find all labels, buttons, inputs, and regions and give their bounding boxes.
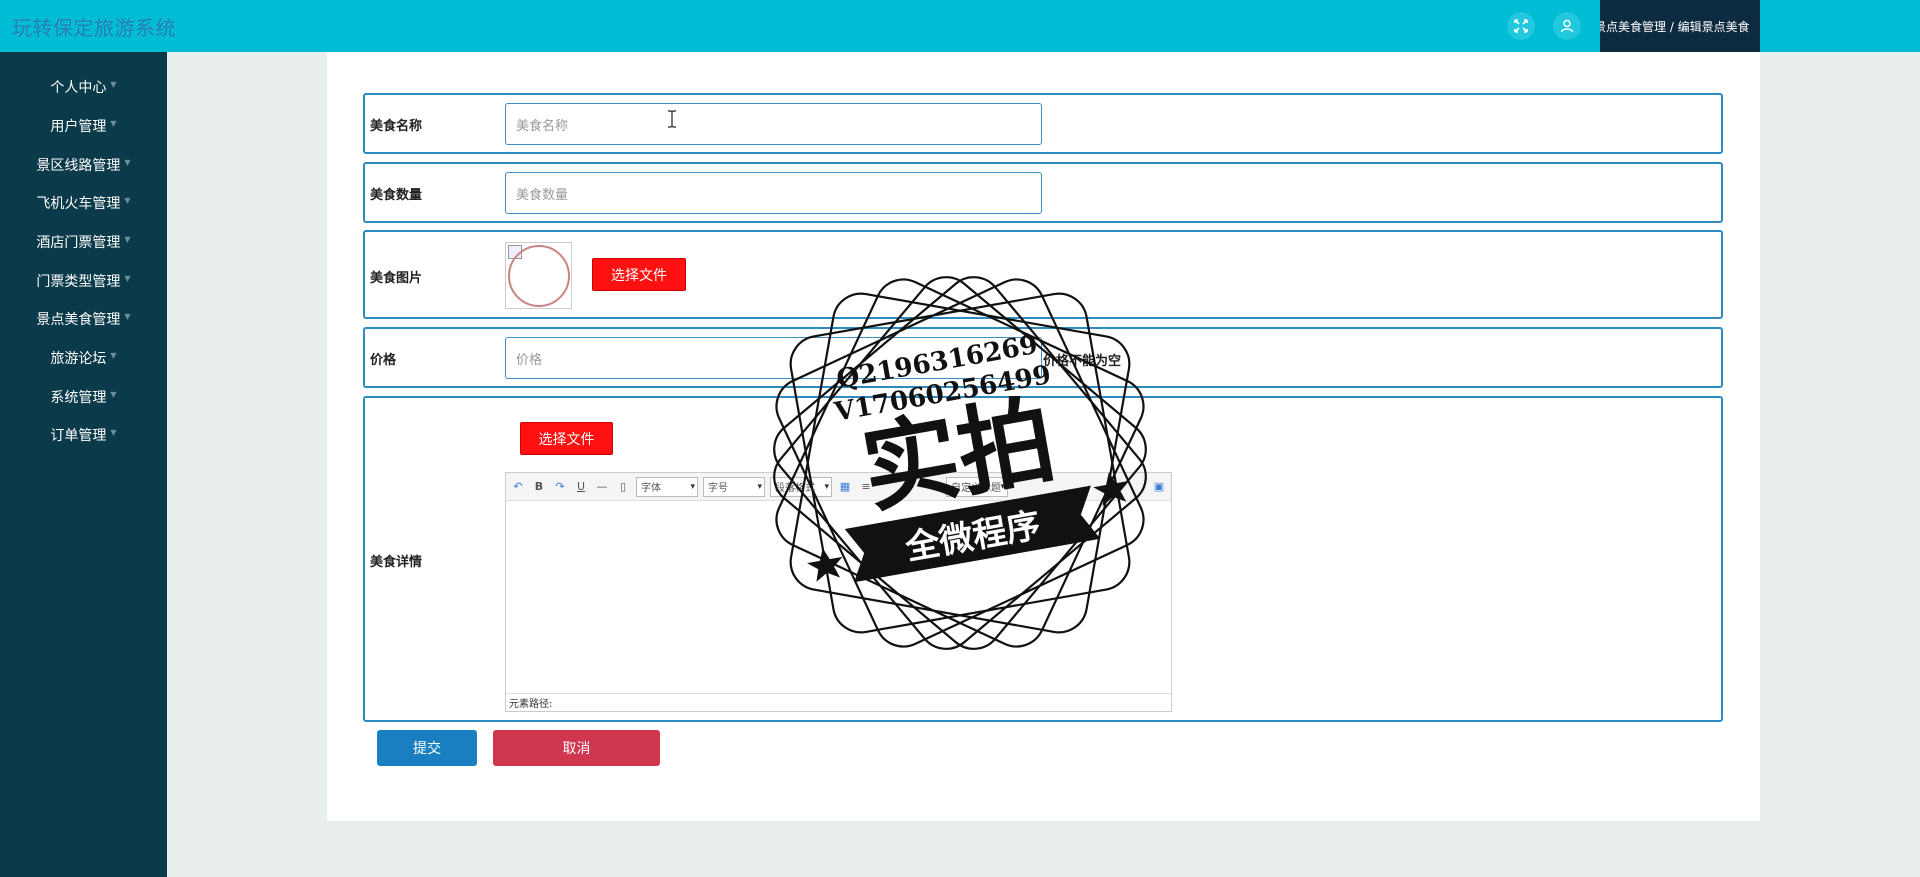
breadcrumb: 景点美食管理 / 编辑景点美食 <box>1600 0 1760 52</box>
form-row-quantity: 美食数量 美食数量 <box>363 162 1723 223</box>
caret-down-icon: ▼ <box>124 311 131 321</box>
sidebar-item-forum[interactable]: 旅游论坛 ▼ <box>0 346 167 370</box>
caret-down-icon: ▼ <box>124 273 131 283</box>
font-size-value: 字号 <box>708 483 728 494</box>
quantity-input[interactable]: 美食数量 <box>505 172 1042 214</box>
top-bar: 玩转保定旅游系统 景点美食管理 / 编辑景点美食 <box>0 0 1920 52</box>
name-label: 美食名称 <box>370 119 423 134</box>
submit-label: 提交 <box>413 741 441 757</box>
cancel-label: 取消 <box>562 741 591 757</box>
image-placeholder-circle <box>508 245 570 307</box>
element-path-label: 元素路径: <box>509 699 553 710</box>
sidebar-item-routes[interactable]: 景区线路管理 ▼ <box>0 153 167 177</box>
breadcrumb-text: 景点美食管理 / 编辑景点美食 <box>1600 19 1750 34</box>
sidebar-item-label: 门票类型管理 <box>36 274 121 290</box>
sidebar-item-label: 个人中心 <box>50 80 107 96</box>
caret-down-icon: ▼ <box>110 389 117 399</box>
sidebar-item-orders[interactable]: 订单管理 ▼ <box>0 423 167 447</box>
image-upload-label: 选择文件 <box>611 267 667 284</box>
font-family-value: 字体 <box>641 483 661 494</box>
caret-down-icon: ▼ <box>124 195 131 205</box>
sidebar-item-food[interactable]: 景点美食管理 ▼ <box>0 307 167 331</box>
details-upload-label: 选择文件 <box>538 431 595 448</box>
sidebar-item-users[interactable]: 用户管理 ▼ <box>0 114 167 138</box>
caret-down-icon: ▼ <box>110 79 117 89</box>
sidebar-item-label: 系统管理 <box>50 390 107 406</box>
redo-icon[interactable]: ↷ <box>552 479 568 495</box>
sidebar-item-label: 订单管理 <box>50 428 107 444</box>
sidebar-item-label: 旅游论坛 <box>50 351 107 367</box>
editor-statusbar: 元素路径: <box>506 693 1171 711</box>
quantity-label: 美食数量 <box>370 188 423 203</box>
bold-icon[interactable]: B <box>531 479 547 495</box>
sidebar-item-system[interactable]: 系统管理 ▼ <box>0 385 167 409</box>
watermark-stamp: Q2196316269 V17060256499 实拍 全微程序 <box>773 276 1147 650</box>
font-family-select[interactable]: 字体 <box>636 476 698 497</box>
sidebar-item-label: 飞机火车管理 <box>36 196 121 212</box>
details-label: 美食详情 <box>370 555 423 570</box>
sidebar-item-ticket-types[interactable]: 门票类型管理 ▼ <box>0 269 167 293</box>
sidebar-item-label: 景点美食管理 <box>36 312 121 328</box>
image-label: 美食图片 <box>370 271 423 286</box>
caret-down-icon: ▼ <box>124 157 131 167</box>
cancel-button[interactable]: 取消 <box>493 730 660 766</box>
sidebar-item-label: 景区线路管理 <box>36 158 121 174</box>
sidebar-item-transport[interactable]: 飞机火车管理 ▼ <box>0 191 167 215</box>
paste-icon[interactable]: ▯ <box>615 479 631 495</box>
sidebar-item-label: 酒店门票管理 <box>36 235 121 251</box>
text-cursor-icon <box>668 110 676 128</box>
image-preview <box>505 242 572 309</box>
sidebar-item-hotel-tickets[interactable]: 酒店门票管理 ▼ <box>0 230 167 254</box>
form-row-name: 美食名称 美食名称 <box>363 93 1723 154</box>
quantity-placeholder: 美食数量 <box>516 187 569 203</box>
fullscreen-button[interactable] <box>1507 12 1535 40</box>
expand-icon <box>1514 19 1528 33</box>
submit-button[interactable]: 提交 <box>377 730 477 766</box>
name-input[interactable]: 美食名称 <box>505 103 1042 145</box>
caret-down-icon: ▼ <box>110 427 117 437</box>
caret-down-icon: ▼ <box>110 118 117 128</box>
sidebar: 个人中心 ▼ 用户管理 ▼ 景区线路管理 ▼ 飞机火车管理 ▼ 酒店门票管理 ▼ 门票类型… <box>0 52 167 877</box>
undo-icon[interactable]: ↶ <box>510 479 526 495</box>
user-icon <box>1560 19 1574 33</box>
user-button[interactable] <box>1553 12 1581 40</box>
caret-down-icon: ▼ <box>110 350 117 360</box>
app-title: 玩转保定旅游系统 <box>12 16 176 40</box>
details-upload-button[interactable]: 选择文件 <box>520 422 613 455</box>
image-upload-button[interactable]: 选择文件 <box>592 258 686 291</box>
name-placeholder: 美食名称 <box>516 118 569 134</box>
sidebar-item-profile[interactable]: 个人中心 ▼ <box>0 75 167 99</box>
caret-down-icon: ▼ <box>124 234 131 244</box>
horizontal-rule-icon[interactable]: — <box>594 479 610 495</box>
price-placeholder: 价格 <box>516 352 543 368</box>
price-label: 价格 <box>370 353 397 368</box>
sidebar-item-label: 用户管理 <box>50 119 107 135</box>
underline-icon[interactable]: U <box>573 479 589 495</box>
